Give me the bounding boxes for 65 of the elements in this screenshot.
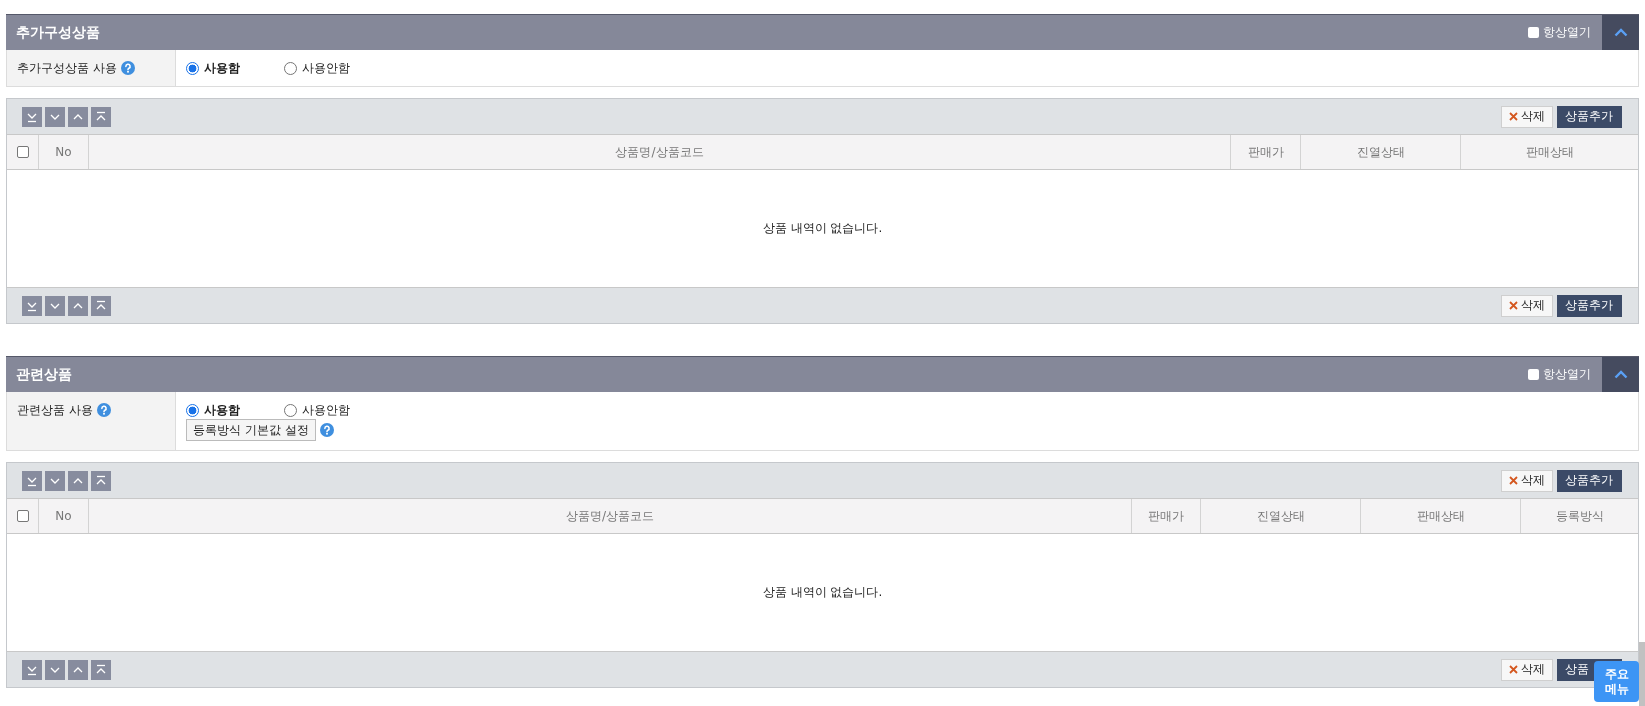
section-title: 추가구성상품 bbox=[16, 23, 100, 42]
cross-icon bbox=[1509, 665, 1518, 674]
delete-button[interactable]: 삭제 bbox=[1501, 469, 1553, 492]
chevron-down-icon[interactable] bbox=[45, 470, 65, 491]
add-product-button[interactable]: 상품추가 bbox=[1557, 469, 1622, 492]
collapse-button[interactable] bbox=[1602, 15, 1639, 50]
empty-message: 상품 내역이 없습니다. bbox=[762, 584, 883, 601]
radio-label[interactable]: 사용함 bbox=[204, 401, 240, 419]
chevron-down-bar-icon[interactable] bbox=[22, 470, 42, 491]
option-label: 추가구성상품 사용 bbox=[17, 60, 117, 77]
add-product-button[interactable]: 상품추가 bbox=[1557, 105, 1622, 128]
column-header: 판매상태 bbox=[1525, 143, 1574, 161]
radio-label[interactable]: 사용안함 bbox=[302, 401, 350, 419]
chevron-down-icon[interactable] bbox=[45, 295, 65, 316]
add-product-button[interactable]: 상품추가 bbox=[1557, 294, 1622, 317]
always-open-label[interactable]: 항상열기 bbox=[1543, 24, 1591, 41]
radio-label[interactable]: 사용안함 bbox=[302, 59, 350, 77]
always-open-label[interactable]: 항상열기 bbox=[1543, 366, 1591, 383]
delete-button[interactable]: 삭제 bbox=[1501, 105, 1553, 128]
select-all-checkbox[interactable] bbox=[16, 510, 29, 522]
chevron-up-icon[interactable] bbox=[68, 295, 88, 316]
delete-button[interactable]: 삭제 bbox=[1501, 294, 1553, 317]
chevron-up-icon[interactable] bbox=[68, 470, 88, 491]
radio-label[interactable]: 사용함 bbox=[204, 59, 240, 77]
always-open-checkbox[interactable] bbox=[1528, 369, 1539, 380]
option-label: 관련상품 사용 bbox=[17, 402, 93, 419]
chevron-down-bar-icon[interactable] bbox=[22, 106, 42, 127]
radio-button[interactable] bbox=[284, 403, 297, 417]
column-header: 판매가 bbox=[1148, 507, 1184, 525]
radio-button[interactable] bbox=[186, 61, 199, 75]
cross-icon bbox=[1509, 476, 1518, 485]
chevron-down-icon[interactable] bbox=[45, 659, 65, 680]
chevron-up-icon[interactable] bbox=[68, 659, 88, 680]
column-header: 진열상태 bbox=[1256, 507, 1305, 525]
default-setting-button[interactable]: 등록방식 기본값 설정 bbox=[186, 419, 316, 441]
delete-button[interactable]: 삭제 bbox=[1501, 658, 1553, 681]
column-header: 등록방식 bbox=[1555, 507, 1604, 525]
help-icon[interactable] bbox=[319, 423, 334, 437]
help-icon[interactable] bbox=[120, 61, 135, 75]
chevron-up-bar-icon[interactable] bbox=[91, 470, 111, 491]
chevron-up-bar-icon[interactable] bbox=[91, 295, 111, 316]
column-header: No bbox=[55, 509, 72, 523]
chevron-up-icon[interactable] bbox=[68, 106, 88, 127]
radio-button[interactable] bbox=[284, 61, 297, 75]
section-title: 관련상품 bbox=[16, 365, 72, 384]
empty-message: 상품 내역이 없습니다. bbox=[762, 220, 883, 237]
cross-icon bbox=[1509, 112, 1518, 121]
radio-button[interactable] bbox=[186, 403, 199, 417]
column-header: 상품명/상품코드 bbox=[565, 507, 654, 525]
chevron-down-bar-icon[interactable] bbox=[22, 659, 42, 680]
column-header: No bbox=[55, 145, 72, 159]
cross-icon bbox=[1509, 301, 1518, 310]
always-open-checkbox[interactable] bbox=[1528, 27, 1539, 38]
scrollbar-thumb[interactable] bbox=[1639, 642, 1645, 706]
help-icon[interactable] bbox=[96, 403, 111, 417]
column-header: 판매가 bbox=[1247, 143, 1284, 161]
chevron-up-bar-icon[interactable] bbox=[91, 659, 111, 680]
column-header: 상품명/상품코드 bbox=[615, 143, 704, 161]
chevron-down-bar-icon[interactable] bbox=[22, 295, 42, 316]
select-all-checkbox[interactable] bbox=[16, 146, 29, 158]
chevron-down-icon[interactable] bbox=[45, 106, 65, 127]
column-header: 진열상태 bbox=[1356, 143, 1405, 161]
chevron-up-bar-icon[interactable] bbox=[91, 106, 111, 127]
column-header: 판매상태 bbox=[1416, 507, 1465, 525]
collapse-button[interactable] bbox=[1602, 357, 1639, 392]
